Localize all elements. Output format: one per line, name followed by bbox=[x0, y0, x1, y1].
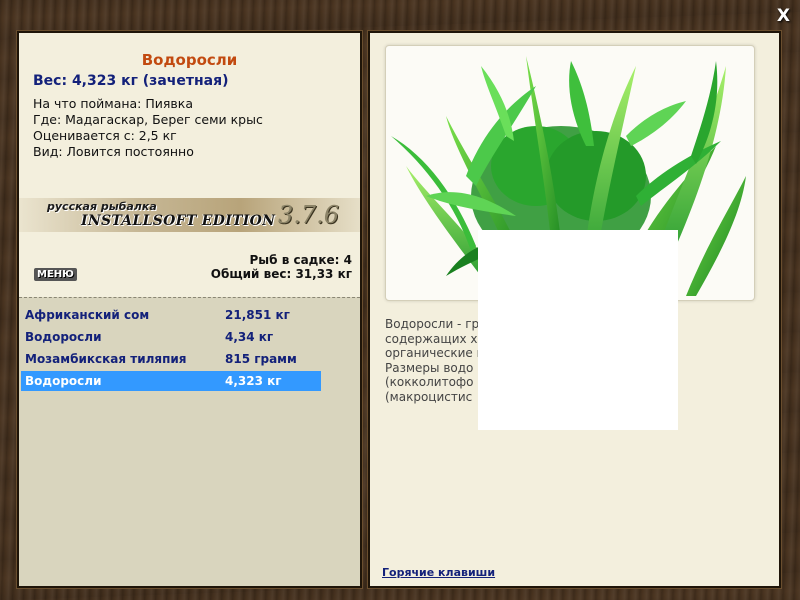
catch-weight: 815 грамм bbox=[225, 352, 297, 366]
occlusion-box bbox=[478, 230, 678, 430]
catch-name: Водоросли bbox=[25, 374, 102, 388]
logo-version: 3.7.6 bbox=[278, 201, 340, 229]
close-button[interactable]: X bbox=[777, 6, 790, 26]
menu-button[interactable]: МЕНЮ bbox=[34, 268, 77, 281]
caught-on-text: На что поймана: Пиявка bbox=[33, 96, 193, 111]
catch-row[interactable]: Африканский сом 21,851 кг bbox=[21, 305, 321, 325]
value-from-text: Оценивается с: 2,5 кг bbox=[33, 128, 177, 143]
fish-info-panel: Водоросли Вес: 4,323 кг (зачетная) На чт… bbox=[17, 31, 362, 588]
catch-name: Мозамбикская тиляпия bbox=[25, 352, 187, 366]
keep-count: Рыб в садке: 4 bbox=[249, 253, 353, 267]
location-text: Где: Мадагаскар, Берег семи крыс bbox=[33, 112, 263, 127]
fish-detail-panel: Водоросли - гр й, обычно содержащих х : … bbox=[368, 31, 781, 588]
catch-weight: 4,34 кг bbox=[225, 330, 274, 344]
total-weight: Общий вес: 31,33 кг bbox=[210, 267, 352, 281]
logo-title: INSTALLSOFT EDITION bbox=[81, 213, 276, 229]
hotkeys-link[interactable]: Горячие клавиши bbox=[382, 566, 495, 579]
catch-weight: 21,851 кг bbox=[225, 308, 290, 322]
catch-name: Водоросли bbox=[25, 330, 102, 344]
logo-subtitle: русская рыбалка bbox=[47, 200, 157, 213]
catch-row[interactable]: Водоросли 4,34 кг bbox=[21, 327, 321, 347]
catch-row-selected[interactable]: Водоросли 4,323 кг bbox=[21, 371, 321, 391]
kind-text: Вид: Ловится постоянно bbox=[33, 144, 194, 159]
catch-name: Африканский сом bbox=[25, 308, 150, 322]
catch-weight: 4,323 кг bbox=[225, 374, 282, 388]
catch-row[interactable]: Мозамбикская тиляпия 815 грамм bbox=[21, 349, 321, 369]
fish-weight: Вес: 4,323 кг (зачетная) bbox=[33, 73, 229, 89]
fish-title: Водоросли bbox=[141, 51, 238, 69]
catch-list: Африканский сом 21,851 кг Водоросли 4,34… bbox=[19, 297, 360, 586]
